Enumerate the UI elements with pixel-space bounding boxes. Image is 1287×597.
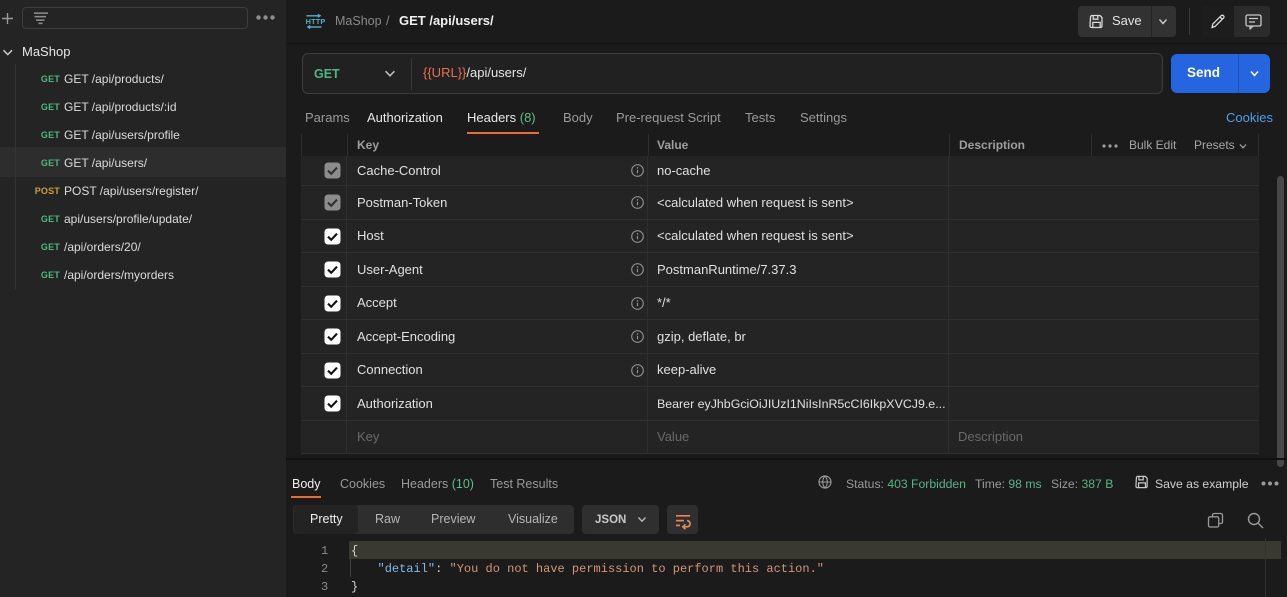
svg-text:HTTP: HTTP — [306, 17, 326, 26]
